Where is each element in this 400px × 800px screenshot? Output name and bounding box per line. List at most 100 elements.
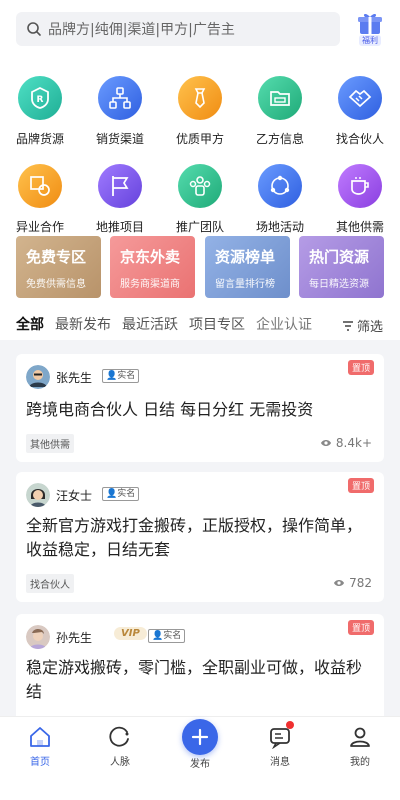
avatar [26, 483, 50, 507]
post-title: 跨境电商合伙人 日结 每日分红 无需投资 [26, 400, 314, 419]
brand-shield-icon: R [18, 76, 62, 120]
post-title: 稳定游戏搬砖，零门槛，全职副业可做，收益秒结 [26, 658, 363, 701]
promo-subtitle: 留言量排行榜 [215, 279, 275, 290]
tab-latest[interactable]: 最新发布 [55, 314, 111, 334]
tab-projects[interactable]: 项目专区 [189, 314, 245, 334]
category-label: 地推项目 [95, 220, 144, 234]
svg-text:R: R [37, 95, 44, 105]
category-label: 销货渠道 [95, 132, 144, 146]
gift-icon [358, 13, 382, 34]
nav-profile[interactable]: 我的 [330, 725, 390, 768]
tab-all[interactable]: 全部 [16, 314, 44, 334]
handshake-icon [338, 76, 382, 120]
network-icon [98, 76, 142, 120]
category-find-partner[interactable]: 找合伙人 [320, 76, 400, 147]
verified-badge: 👤实名 [102, 487, 140, 501]
user-name: 孙先生 [56, 631, 93, 645]
filter-button[interactable]: 筛选 [338, 316, 384, 335]
promo-hot-resources[interactable]: 热门资源 每日精选资源 [299, 236, 384, 298]
category-vendor-info[interactable]: 乙方信息 [240, 76, 320, 147]
shapes-icon [18, 164, 62, 208]
folder-icon [258, 76, 302, 120]
verified-badge: 👤实名 [102, 369, 140, 383]
category-label: 异业合作 [15, 220, 64, 234]
nav-label: 发布 [190, 759, 210, 770]
avatar [26, 365, 50, 389]
category-quality-client[interactable]: 优质甲方 [160, 76, 240, 147]
post-card[interactable]: 孙先生 VIP 👤实名 置顶 稳定游戏搬砖，零门槛，全职副业可做，收益秒结 [16, 614, 384, 720]
team-icon [178, 164, 222, 208]
cup-icon [338, 164, 382, 208]
search-icon [27, 22, 41, 36]
plus-icon [191, 728, 209, 746]
user-name: 汪女士 [56, 489, 93, 503]
nav-label: 人脉 [110, 757, 130, 768]
post-category: 找合伙人 [26, 574, 74, 593]
view-count-value: 8.4k+ [335, 436, 372, 450]
post-feed: 张先生 👤实名 置顶 跨境电商合伙人 日结 每日分红 无需投资 其他供需 8.4… [0, 340, 400, 720]
promo-title: 资源榜单 [215, 248, 276, 266]
post-card[interactable]: 汪女士 👤实名 置顶 全新官方游戏打金搬砖，正版授权，操作简单，收益稳定，日结无… [16, 472, 384, 602]
filter-icon [343, 320, 353, 331]
category-label: 优质甲方 [175, 132, 224, 146]
search-placeholder: 品牌方|纯佣|渠道|甲方|广告主 [48, 22, 235, 38]
post-title: 全新官方游戏打金搬砖，正版授权，操作简单，收益稳定，日结无套 [26, 516, 363, 559]
bottom-nav: 首页 人脉 发布 消息 我的 [0, 716, 400, 800]
promo-subtitle: 服务商渠道商 [120, 279, 180, 290]
promo-subtitle: 免费供需信息 [26, 279, 86, 290]
view-count: 8.4k+ [320, 436, 372, 450]
promo-title: 热门资源 [309, 248, 370, 266]
nav-home[interactable]: 首页 [10, 725, 70, 768]
category-grid-row-2: 异业合作 地推项目 推广团队 场地活动 其他供需 [0, 164, 400, 235]
pinned-badge: 置顶 [347, 478, 374, 493]
post-card[interactable]: 张先生 👤实名 置顶 跨境电商合伙人 日结 每日分红 无需投资 其他供需 8.4… [16, 354, 384, 462]
promo-free-zone[interactable]: 免费专区 免费供需信息 [16, 236, 101, 298]
category-ground-promotion[interactable]: 地推项目 [80, 164, 160, 235]
category-grid-row-1: R 品牌货源 销货渠道 优质甲方 乙方信息 找合伙人 [0, 76, 400, 147]
vip-badge: VIP [114, 627, 147, 640]
tab-active[interactable]: 最近活跃 [122, 314, 178, 334]
eye-icon [334, 580, 345, 586]
view-count-value: 782 [349, 576, 372, 590]
category-other-supply[interactable]: 其他供需 [320, 164, 400, 235]
verified-label: 实名 [117, 371, 136, 381]
gift-button[interactable]: 福利 [354, 12, 386, 48]
nav-publish[interactable]: 发布 [170, 719, 230, 770]
category-label: 推广团队 [175, 220, 224, 234]
eye-icon [320, 440, 331, 446]
promo-jd-delivery[interactable]: 京东外卖 服务商渠道商 [110, 236, 195, 298]
category-label: 场地活动 [255, 220, 304, 234]
verified-label: 实名 [163, 631, 182, 641]
category-label: 乙方信息 [255, 132, 304, 146]
nav-messages[interactable]: 消息 [250, 721, 310, 768]
publish-button[interactable] [182, 719, 218, 755]
notification-dot [286, 721, 294, 729]
category-label: 找合伙人 [335, 132, 384, 146]
category-cross-industry[interactable]: 异业合作 [0, 164, 80, 235]
category-label: 品牌货源 [15, 132, 64, 146]
tie-icon [178, 76, 222, 120]
post-category: 其他供需 [26, 434, 74, 453]
tab-enterprise[interactable]: 企业认证 [256, 314, 312, 334]
promo-subtitle: 每日精选资源 [309, 279, 369, 290]
category-sales-channel[interactable]: 销货渠道 [80, 76, 160, 147]
user-name: 张先生 [56, 371, 93, 385]
profile-icon [350, 727, 370, 747]
avatar [26, 625, 50, 649]
home-icon [30, 727, 50, 747]
filter-tabs: 全部 最新发布 最近活跃 项目专区 企业认证 筛选 [0, 310, 400, 340]
category-promotion-team[interactable]: 推广团队 [160, 164, 240, 235]
nav-contacts[interactable]: 人脉 [90, 725, 150, 768]
view-count: 782 [333, 576, 372, 590]
verified-label: 实名 [117, 489, 136, 499]
category-venue-event[interactable]: 场地活动 [240, 164, 320, 235]
promo-title: 京东外卖 [120, 248, 181, 266]
search-row: 品牌方|纯佣|渠道|甲方|广告主 福利 [0, 0, 400, 58]
search-input[interactable]: 品牌方|纯佣|渠道|甲方|广告主 [16, 12, 340, 46]
pinned-badge: 置顶 [347, 360, 374, 375]
share-icon [258, 164, 302, 208]
category-brand-source[interactable]: R 品牌货源 [0, 76, 80, 147]
promo-title: 免费专区 [26, 248, 87, 266]
promo-resource-ranking[interactable]: 资源榜单 留言量排行榜 [205, 236, 290, 298]
pinned-badge: 置顶 [347, 620, 374, 635]
